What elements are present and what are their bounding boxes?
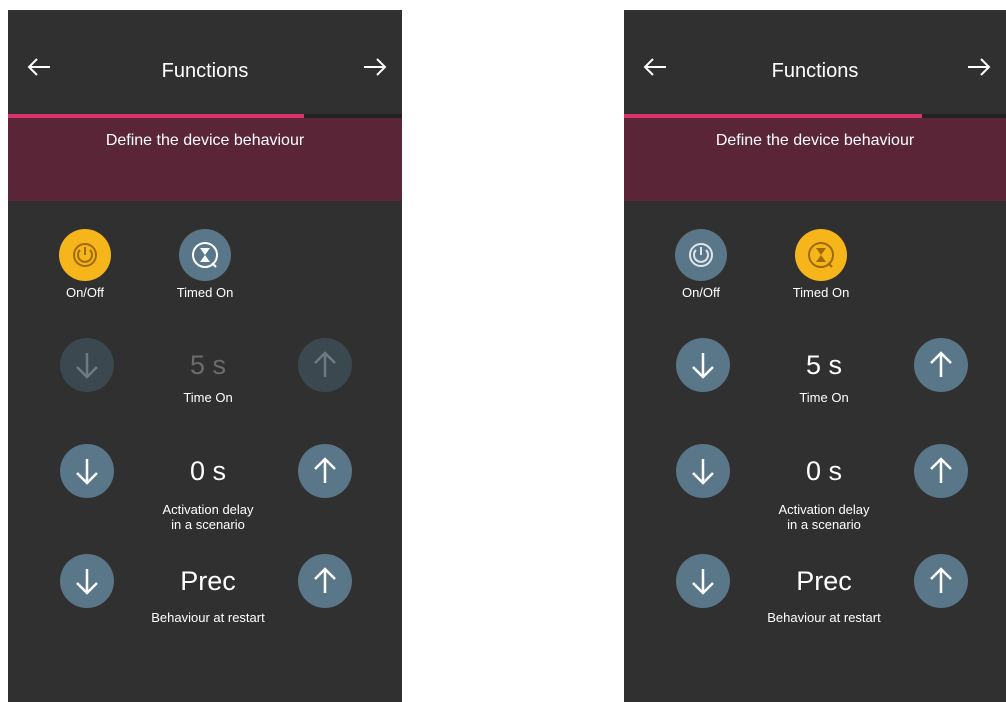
power-icon[interactable] (675, 229, 727, 281)
setting-behaviour-restart: Prec Behaviour at restart (8, 554, 402, 644)
setting-value: 5 s (189, 350, 227, 380)
setting-caption: Behaviour at restart (767, 610, 881, 625)
mode-on-off[interactable]: On/Off (30, 229, 140, 300)
increase-button[interactable] (298, 444, 352, 498)
setting-value: Prec (180, 566, 236, 596)
increase-button[interactable] (298, 554, 352, 608)
decrease-button[interactable] (60, 444, 114, 498)
arrow-up-icon (930, 567, 952, 593)
arrow-down-icon (76, 459, 98, 485)
hourglass-icon[interactable] (179, 229, 231, 281)
arrow-up-icon (314, 457, 336, 483)
decrease-button[interactable] (676, 554, 730, 608)
decrease-button[interactable] (676, 338, 730, 392)
arrow-down-icon (692, 459, 714, 485)
setting-time-on: 5 s Time On (8, 338, 402, 428)
banner-text: Define the device behaviour (105, 132, 305, 149)
setting-value: 0 s (189, 456, 227, 486)
setting-caption: Activation delay in a scenario (778, 502, 870, 532)
increase-button[interactable] (914, 554, 968, 608)
increase-button[interactable] (914, 338, 968, 392)
header: Functions (8, 10, 402, 114)
banner: Define the device behaviour (8, 118, 402, 201)
setting-caption: Time On (799, 390, 849, 405)
arrow-up-icon (314, 351, 336, 377)
forward-arrow-icon[interactable] (360, 52, 390, 82)
hourglass-icon[interactable] (795, 229, 847, 281)
increase-button[interactable] (298, 338, 352, 392)
mode-label: On/Off (681, 285, 721, 300)
decrease-button[interactable] (60, 338, 114, 392)
arrow-up-icon (314, 567, 336, 593)
mode-label: Timed On (176, 285, 234, 300)
decrease-button[interactable] (676, 444, 730, 498)
arrow-down-icon (76, 569, 98, 595)
mode-on-off[interactable]: On/Off (646, 229, 756, 300)
setting-value: Prec (796, 566, 852, 596)
forward-arrow-icon[interactable] (964, 52, 994, 82)
mode-label: Timed On (792, 285, 850, 300)
arrow-down-icon (692, 353, 714, 379)
arrow-down-icon (76, 353, 98, 379)
mode-label: On/Off (65, 285, 105, 300)
right-screen: Functions Define the device behaviour On… (624, 10, 1006, 702)
mode-timed-on[interactable]: Timed On (766, 229, 876, 300)
left-screen: Functions Define the device behaviour On… (8, 10, 402, 702)
setting-activation-delay: 0 s Activation delay in a scenario (8, 444, 402, 534)
setting-behaviour-restart: Prec Behaviour at restart (624, 554, 1006, 644)
decrease-button[interactable] (60, 554, 114, 608)
page-title: Functions (771, 60, 859, 82)
arrow-up-icon (930, 457, 952, 483)
setting-activation-delay: 0 s Activation delay in a scenario (624, 444, 1006, 534)
mode-timed-on[interactable]: Timed On (150, 229, 260, 300)
setting-value: 0 s (805, 456, 843, 486)
setting-caption: Time On (183, 390, 233, 405)
increase-button[interactable] (914, 444, 968, 498)
power-icon[interactable] (59, 229, 111, 281)
setting-time-on: 5 s Time On (624, 338, 1006, 428)
setting-caption: Activation delay in a scenario (162, 502, 254, 532)
arrow-up-icon (930, 351, 952, 377)
banner: Define the device behaviour (624, 118, 1006, 201)
page-title: Functions (161, 60, 249, 82)
header: Functions (624, 10, 1006, 114)
setting-value: 5 s (805, 350, 843, 380)
setting-caption: Behaviour at restart (151, 610, 265, 625)
arrow-down-icon (692, 569, 714, 595)
banner-text: Define the device behaviour (715, 132, 915, 149)
